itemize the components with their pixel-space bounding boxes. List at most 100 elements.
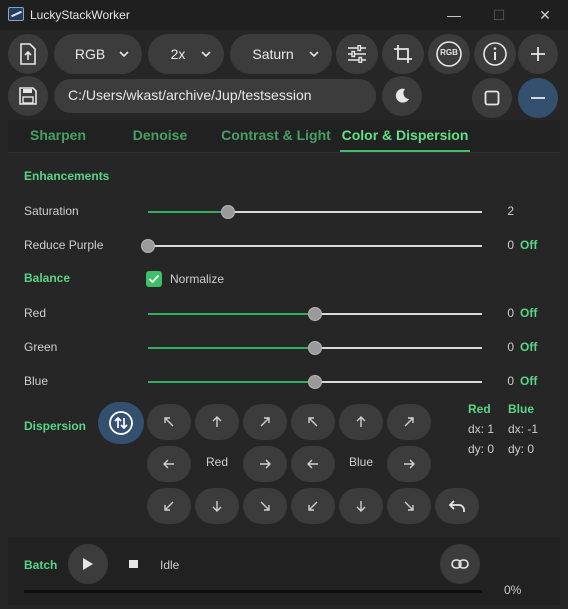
zoom-out-button[interactable]	[518, 78, 558, 118]
undo-icon	[448, 500, 465, 512]
tab-contrast-light[interactable]: Contrast & Light	[212, 120, 340, 152]
close-button[interactable]: ✕	[535, 5, 555, 25]
red-shift-up-button[interactable]	[195, 404, 239, 440]
color-dispersion-panel: Enhancements Saturation 2 Reduce Purple …	[8, 152, 560, 530]
title-bar: LuckyStackWorker — ☐ ✕	[0, 0, 568, 30]
red-shift-left-button[interactable]	[147, 446, 191, 482]
info-icon	[483, 42, 507, 66]
checkmark-icon	[148, 274, 160, 284]
arrow-left-icon	[307, 459, 318, 469]
blue-shift-left-button[interactable]	[291, 446, 335, 482]
red-shift-right-button[interactable]	[243, 446, 287, 482]
reset-dispersion-button[interactable]	[435, 488, 479, 524]
blue-balance-slider-fill	[148, 381, 315, 383]
minimize-button[interactable]: —	[444, 5, 464, 25]
blue-balance-status[interactable]: Off	[520, 374, 537, 388]
blue-shift-right-button[interactable]	[387, 446, 431, 482]
color-mode-select[interactable]: RGB	[54, 34, 142, 74]
moon-icon	[395, 88, 409, 103]
red-dispersion-center-label: Red	[205, 455, 228, 469]
green-balance-status[interactable]: Off	[520, 340, 537, 354]
rgb-badge-label: RGB	[440, 48, 458, 57]
rgb-align-button[interactable]: RGB	[428, 34, 470, 74]
chevron-down-icon	[201, 51, 211, 58]
batch-progress-text: 0%	[504, 583, 522, 597]
saturation-slider-knob[interactable]	[221, 205, 236, 219]
red-dispersion-heading: Red	[468, 402, 491, 416]
batch-play-button[interactable]	[68, 544, 108, 584]
red-balance-label: Red	[24, 306, 47, 320]
arrow-down-left-icon	[308, 501, 318, 511]
saturation-slider[interactable]	[148, 205, 482, 219]
link-icon	[451, 559, 469, 569]
arrow-up-icon	[212, 416, 222, 427]
swap-arrows-icon	[109, 411, 133, 435]
crop-button[interactable]	[382, 34, 424, 74]
blue-shift-up-left-button[interactable]	[291, 404, 335, 440]
dispersion-title: Dispersion	[24, 419, 87, 433]
planet-select[interactable]: Saturn	[230, 34, 332, 74]
reduce-purple-slider[interactable]	[141, 239, 482, 253]
auto-dispersion-button[interactable]	[98, 402, 144, 444]
reduce-purple-label: Reduce Purple	[24, 238, 104, 252]
blue-balance-slider-knob[interactable]	[308, 375, 322, 389]
blue-shift-down-left-button[interactable]	[291, 488, 335, 524]
open-file-button[interactable]	[8, 34, 48, 74]
tab-denoise[interactable]: Denoise	[108, 120, 212, 152]
arrow-down-right-icon	[404, 501, 414, 511]
red-dy-value: dy: 0	[468, 442, 495, 456]
blue-shift-down-button[interactable]	[339, 488, 383, 524]
green-balance-label: Green	[24, 340, 58, 354]
blue-dy-value: dy: 0	[508, 442, 535, 456]
normalize-checkbox[interactable]	[146, 271, 162, 287]
link-button[interactable]	[440, 544, 480, 584]
red-shift-down-right-button[interactable]	[243, 488, 287, 524]
red-shift-up-right-button[interactable]	[243, 404, 287, 440]
enhancements-title: Enhancements	[24, 169, 110, 183]
maximize-button[interactable]: ☐	[489, 5, 509, 25]
red-balance-slider-knob[interactable]	[308, 307, 322, 321]
blue-balance-slider[interactable]	[148, 375, 482, 389]
blue-shift-up-button[interactable]	[339, 404, 383, 440]
settings-sliders-button[interactable]	[336, 34, 378, 74]
sliders-icon	[348, 45, 366, 63]
batch-title: Batch	[24, 558, 58, 572]
red-balance-slider[interactable]	[148, 307, 482, 321]
red-shift-down-button[interactable]	[195, 488, 239, 524]
tab-color-dispersion[interactable]: Color & Dispersion	[340, 120, 470, 152]
chevron-down-icon	[119, 51, 129, 58]
green-balance-slider-knob[interactable]	[308, 341, 322, 355]
red-shift-down-left-button[interactable]	[147, 488, 191, 524]
info-button[interactable]	[474, 34, 516, 74]
red-balance-status[interactable]: Off	[520, 306, 537, 320]
blue-shift-down-right-button[interactable]	[387, 488, 431, 524]
reduce-purple-status[interactable]: Off	[520, 238, 537, 252]
balance-title: Balance	[24, 271, 71, 285]
blue-balance-value: 0	[507, 374, 514, 388]
red-balance-slider-fill	[148, 313, 315, 315]
arrow-down-icon	[356, 501, 366, 512]
scale-select[interactable]: 2x	[148, 34, 224, 74]
arrow-up-icon	[356, 416, 366, 427]
zoom-in-button[interactable]	[518, 34, 558, 74]
plus-icon	[531, 47, 545, 61]
saturation-slider-fill	[148, 211, 229, 213]
chevron-down-icon	[309, 51, 319, 58]
session-path-field[interactable]: C:/Users/wkast/archive/Jup/testsession	[54, 79, 376, 113]
batch-progress-bar	[24, 590, 482, 593]
dark-mode-toggle[interactable]	[382, 76, 422, 116]
arrow-left-icon	[163, 459, 174, 469]
blue-shift-up-right-button[interactable]	[387, 404, 431, 440]
reduce-purple-slider-knob[interactable]	[141, 239, 155, 253]
save-button[interactable]	[8, 76, 48, 116]
tab-sharpen[interactable]: Sharpen	[8, 120, 108, 152]
blue-balance-label: Blue	[24, 374, 49, 388]
green-balance-value: 0	[507, 340, 514, 354]
fit-view-button[interactable]	[472, 78, 512, 118]
stop-icon[interactable]	[129, 560, 138, 568]
red-shift-up-left-button[interactable]	[147, 404, 191, 440]
green-balance-slider[interactable]	[148, 341, 482, 355]
save-disk-icon	[19, 87, 37, 105]
play-icon	[83, 558, 93, 570]
tab-bar: Sharpen Denoise Contrast & Light Color &…	[8, 120, 560, 152]
